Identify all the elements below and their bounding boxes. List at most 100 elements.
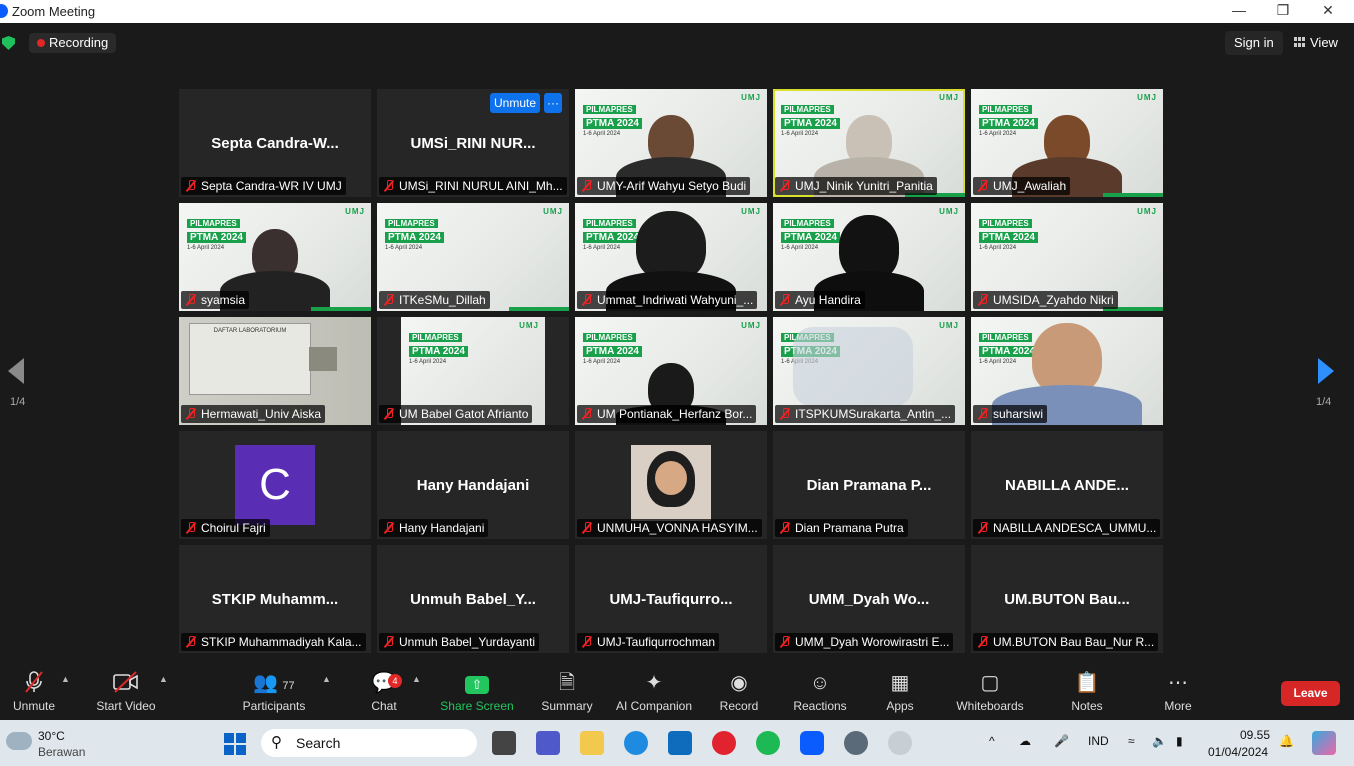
participant-tile[interactable]: UM.BUTON Bau... UM.BUTON Bau Bau_Nur R..…: [971, 545, 1163, 653]
more-button[interactable]: ⋯ More: [1160, 670, 1196, 713]
tile-more-button[interactable]: ···: [544, 93, 562, 113]
participant-tile[interactable]: STKIP Muhamm... STKIP Muhammadiyah Kala.…: [179, 545, 371, 653]
edge-browser-icon[interactable]: [624, 731, 648, 755]
clock-date[interactable]: 01/04/2024: [1208, 745, 1268, 759]
ai-companion-label: AI Companion: [615, 699, 693, 713]
ai-companion-button[interactable]: ✦ AI Companion: [612, 670, 696, 713]
participant-name: Hany Handajani: [399, 521, 485, 535]
battery-icon[interactable]: ▮: [1176, 734, 1183, 748]
banner-line1: PILMAPRES: [583, 105, 636, 114]
teams-icon[interactable]: [536, 731, 560, 755]
unmute-button[interactable]: Unmute: [8, 670, 60, 713]
participant-video-tile[interactable]: DAFTAR LABORATORIUM Hermawati_Univ Aiska: [179, 317, 371, 425]
participant-video-tile-active-speaker[interactable]: PILMAPRES PTMA 2024 1-6 April 2024 UMJ UMJ…: [773, 89, 965, 197]
participant-video-tile[interactable]: PILMAPRES PTMA 2024 1-6 April 2024 UMJ UMS…: [971, 203, 1163, 311]
participant-tile[interactable]: Dian Pramana P... Dian Pramana Putra: [773, 431, 965, 539]
recording-indicator[interactable]: Recording: [29, 33, 117, 53]
participant-nameplate: STKIP Muhammadiyah Kala...: [181, 633, 366, 651]
participant-tile[interactable]: Septa Candra-W... Septa Candra-WR IV UMJ: [179, 89, 371, 197]
clock-time[interactable]: 09.55: [1240, 728, 1270, 742]
app-icon[interactable]: [888, 731, 912, 755]
minimize-button[interactable]: —: [1229, 2, 1249, 20]
participant-tile[interactable]: Unmuh Babel_Y... Unmuh Babel_Yurdayanti: [377, 545, 569, 653]
audio-options-caret-icon[interactable]: ▲: [61, 674, 70, 684]
mic-muted-icon: [582, 522, 592, 534]
participant-tile[interactable]: UMM_Dyah Wo... UMM_Dyah Worowirastri E..…: [773, 545, 965, 653]
security-shield-icon[interactable]: [2, 36, 15, 50]
restore-button[interactable]: ❐: [1273, 2, 1293, 20]
participant-name: suharsiwi: [993, 407, 1044, 421]
participant-display-name: Dian Pramana P...: [806, 477, 932, 494]
windows-start-icon[interactable]: [224, 733, 246, 755]
participant-tile[interactable]: UMJ-Taufiqurro... UMJ-Taufiqurrochman: [575, 545, 767, 653]
chat-options-caret-icon[interactable]: ▲: [412, 674, 421, 684]
mic-muted-icon: [582, 636, 592, 648]
notes-button[interactable]: 📋 Notes: [1068, 670, 1106, 713]
file-explorer-icon[interactable]: [580, 731, 604, 755]
banner-logos: UMJ: [543, 207, 563, 216]
participant-tile[interactable]: C Choirul Fajri: [179, 431, 371, 539]
participant-tile[interactable]: Unmute ··· UMSi_RINI NUR... UMSi_RINI NU…: [377, 89, 569, 197]
signin-button[interactable]: Sign in: [1225, 31, 1283, 55]
weather-cloud-icon: [6, 732, 32, 750]
taskbar-search-box[interactable]: ⚲ Search: [261, 729, 477, 757]
spotify-icon[interactable]: [756, 731, 780, 755]
participant-video-tile[interactable]: PILMAPRES PTMA 2024 1-6 April 2024 UMJ UMJ…: [971, 89, 1163, 197]
participant-tile[interactable]: NABILLA ANDE... NABILLA ANDESCA_UMMU...: [971, 431, 1163, 539]
onedrive-cloud-icon[interactable]: ☁: [1019, 734, 1031, 748]
share-screen-button[interactable]: ⇧ Share Screen: [440, 670, 514, 713]
leave-button[interactable]: Leave: [1281, 681, 1340, 706]
participant-video-tile[interactable]: PILMAPRES PTMA 2024 1-6 April 2024 UMJ ITK…: [377, 203, 569, 311]
participant-video-tile[interactable]: PILMAPRESPTMA 20241-6 April 2024 UMJ ITS…: [773, 317, 965, 425]
participant-nameplate: Hany Handajani: [379, 519, 489, 537]
whiteboards-button[interactable]: ▢ Whiteboards: [954, 670, 1026, 713]
mic-muted-icon: [780, 522, 790, 534]
reactions-button[interactable]: ☺ Reactions: [792, 670, 848, 713]
window-title: Zoom Meeting: [12, 4, 96, 19]
video-options-caret-icon[interactable]: ▲: [159, 674, 168, 684]
weather-condition[interactable]: Berawan: [38, 745, 85, 759]
participant-name: UMSi_RINI NURUL AINI_Mh...: [399, 179, 563, 193]
next-page-arrow-icon[interactable]: [1318, 358, 1334, 384]
show-hidden-icons-chevron-icon[interactable]: ^: [989, 734, 995, 748]
apps-button[interactable]: ▦ Apps: [882, 670, 918, 713]
close-button[interactable]: ✕: [1318, 2, 1338, 20]
participant-video-tile[interactable]: PILMAPRES PTMA 2024 1-6 April 2024 UMJ UM …: [575, 317, 767, 425]
page-indicator-left: 1/4: [10, 396, 26, 408]
view-button[interactable]: View: [1288, 31, 1344, 55]
participant-video-tile[interactable]: PILMAPRES PTMA 2024 1-6 April 2024 UMJ UM …: [377, 317, 569, 425]
participants-button[interactable]: 👥 77 Participants: [240, 670, 308, 713]
participant-nameplate: ITSPKUMSurakarta_Antin_...: [775, 405, 956, 423]
participant-video-tile[interactable]: PILMAPRES PTMA 2024 1-6 April 2024 UMJ Umm…: [575, 203, 767, 311]
wifi-icon[interactable]: ≈: [1128, 734, 1135, 748]
event-banner: PILMAPRES PTMA 2024 1-6 April 2024: [385, 213, 444, 251]
participant-video-tile[interactable]: PILMAPRES PTMA 2024 1-6 April 2024 UMJ UMY…: [575, 89, 767, 197]
tile-unmute-button[interactable]: Unmute: [490, 93, 541, 113]
task-view-icon[interactable]: [492, 731, 516, 755]
participant-video-tile[interactable]: PILMAPRES PTMA 2024 1-6 April 2024 UMJ Ayu…: [773, 203, 965, 311]
record-button[interactable]: ◉ Record: [716, 670, 762, 713]
chat-button[interactable]: 💬 4 Chat: [366, 670, 402, 713]
participants-count: 77: [282, 680, 295, 692]
banner-logos: UMJ: [519, 321, 539, 330]
zoom-app-icon[interactable]: [800, 731, 824, 755]
participant-video-tile[interactable]: PILMAPRES PTMA 2024 1-6 April 2024 UMJ sya…: [179, 203, 371, 311]
microphone-in-use-icon[interactable]: 🎤: [1054, 734, 1069, 748]
participant-tile[interactable]: UNMUHA_VONNA HASYIM...: [575, 431, 767, 539]
volume-icon[interactable]: 🔈: [1152, 734, 1167, 748]
participant-video-tile[interactable]: PILMAPRES PTMA 2024 1-6 April 2024 suharsi…: [971, 317, 1163, 425]
video-camera-off-icon: [94, 670, 158, 696]
notification-bell-icon[interactable]: 🔔: [1279, 734, 1294, 748]
participants-options-caret-icon[interactable]: ▲: [322, 674, 331, 684]
input-language[interactable]: IND: [1088, 734, 1109, 748]
copilot-icon[interactable]: [1312, 731, 1336, 755]
previous-page-arrow-icon[interactable]: [8, 358, 24, 384]
weather-temperature[interactable]: 30°C: [38, 729, 65, 743]
mail-icon[interactable]: [668, 731, 692, 755]
summary-button[interactable]: 🗎 Summary: [538, 670, 596, 713]
settings-gear-icon[interactable]: [844, 731, 868, 755]
opera-icon[interactable]: [712, 731, 736, 755]
participant-tile[interactable]: Hany Handajani Hany Handajani: [377, 431, 569, 539]
start-video-button[interactable]: Start Video: [94, 670, 158, 713]
participant-name: STKIP Muhammadiyah Kala...: [201, 635, 362, 649]
